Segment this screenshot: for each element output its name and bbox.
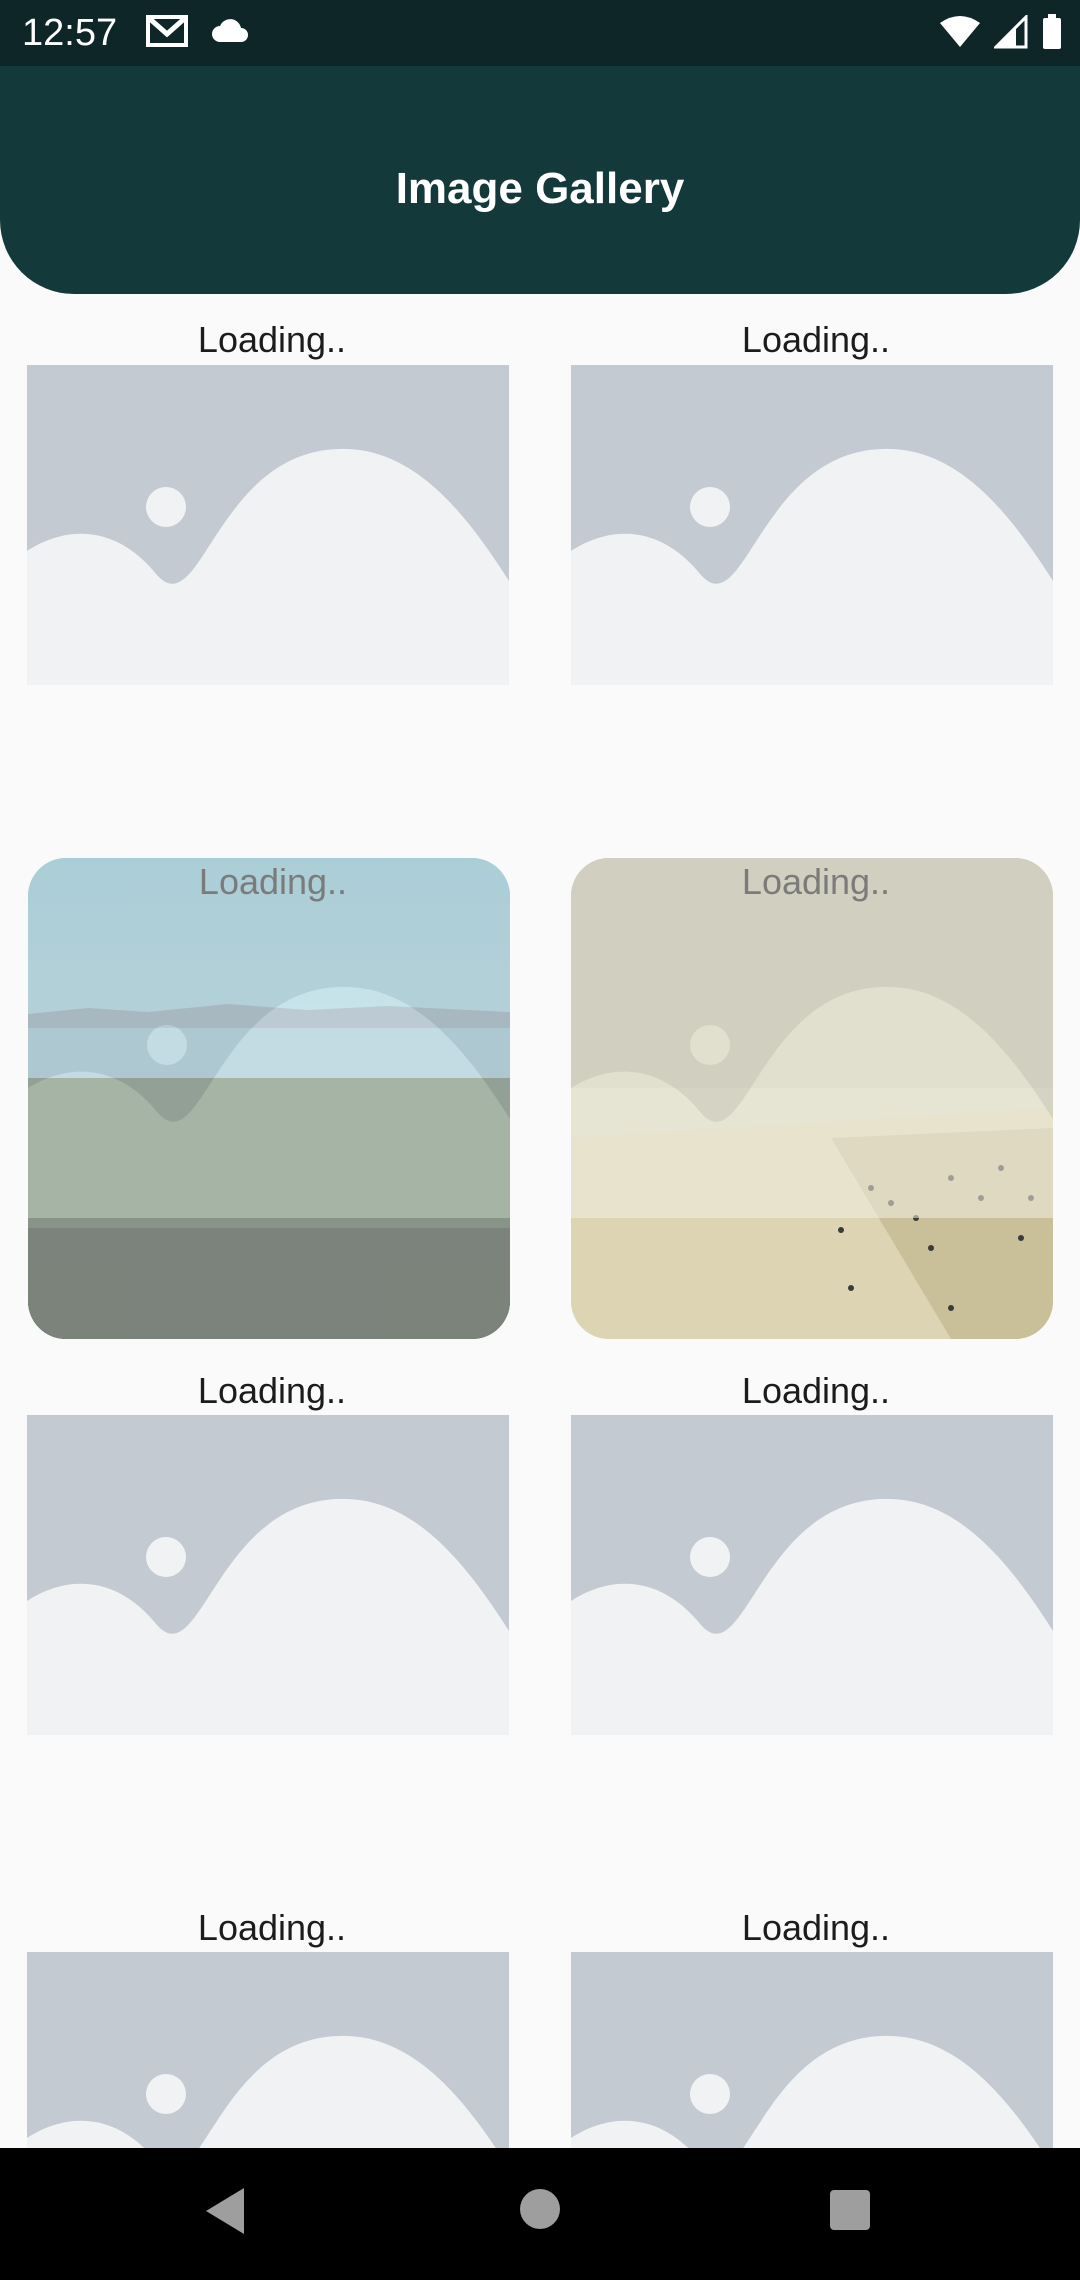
tile-caption: Loading.. <box>741 1370 891 1411</box>
status-bar: 12:57 <box>0 0 1080 66</box>
image-placeholder <box>27 365 509 685</box>
wifi-icon <box>940 15 980 54</box>
battery-icon <box>1042 14 1062 55</box>
image-placeholder <box>27 1952 509 2148</box>
status-time: 12:57 <box>22 12 118 54</box>
image-placeholder <box>571 1415 1053 1735</box>
gallery-tile-photo[interactable]: Loading.. <box>571 858 1053 1339</box>
gmail-icon <box>146 14 188 53</box>
home-icon[interactable] <box>519 2188 561 2235</box>
gallery-tile-photo[interactable]: Loading.. <box>28 858 510 1339</box>
image-placeholder <box>28 858 510 1339</box>
back-icon[interactable] <box>204 2186 246 2241</box>
tile-caption: Loading.. <box>197 319 347 360</box>
signal-icon <box>992 13 1028 54</box>
image-placeholder <box>27 1415 509 1735</box>
tile-caption: Loading.. <box>197 1907 347 1948</box>
tile-caption: Loading.. <box>741 1907 891 1948</box>
tile-caption: Loading.. <box>741 319 891 360</box>
image-placeholder <box>571 1952 1053 2148</box>
app-bar: Image Gallery <box>0 66 1080 294</box>
recents-icon[interactable] <box>830 2190 870 2235</box>
page-title: Image Gallery <box>395 164 685 213</box>
cloud-icon <box>210 14 250 53</box>
image-placeholder <box>571 365 1053 685</box>
tile-caption: Loading.. <box>741 861 891 902</box>
image-placeholder <box>571 858 1053 1218</box>
navigation-bar <box>0 2148 1080 2280</box>
tile-caption: Loading.. <box>197 1370 347 1411</box>
image-gallery-grid[interactable]: Loading.. Loading.. Loading.. Loading.. … <box>0 294 1080 2148</box>
tile-caption: Loading.. <box>198 861 348 902</box>
